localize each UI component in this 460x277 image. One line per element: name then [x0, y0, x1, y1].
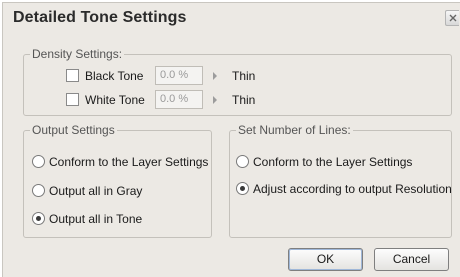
- density-settings-legend: Density Settings:: [30, 47, 125, 61]
- lines-resolution-radio[interactable]: [236, 182, 249, 195]
- lines-resolution-label[interactable]: Adjust according to output Resolution: [253, 182, 452, 196]
- density-settings-group: Density Settings: Black Tone 0.0 % Thin …: [23, 47, 452, 116]
- black-tone-result: Thin: [232, 69, 256, 83]
- output-settings-group: Output Settings Conform to the Layer Set…: [23, 123, 212, 238]
- output-gray-radio[interactable]: [32, 184, 45, 197]
- close-button[interactable]: [445, 10, 459, 26]
- output-conform-radio[interactable]: [32, 155, 45, 168]
- number-of-lines-group: Set Number of Lines: Conform to the Laye…: [229, 123, 452, 238]
- detailed-tone-settings-dialog: Detailed Tone Settings Density Settings:…: [2, 2, 460, 277]
- white-tone-value-field[interactable]: 0.0 %: [155, 90, 203, 109]
- output-settings-legend: Output Settings: [30, 123, 117, 137]
- output-conform-label[interactable]: Conform to the Layer Settings: [49, 155, 208, 169]
- black-tone-checkbox[interactable]: [66, 69, 79, 82]
- white-tone-result: Thin: [232, 93, 256, 107]
- output-tone-label[interactable]: Output all in Tone: [49, 212, 142, 226]
- black-tone-value-field[interactable]: 0.0 %: [155, 66, 203, 85]
- cancel-button[interactable]: Cancel: [374, 248, 449, 271]
- ok-button[interactable]: OK: [288, 248, 363, 271]
- white-tone-label: White Tone: [85, 93, 145, 107]
- number-of-lines-legend: Set Number of Lines:: [236, 123, 353, 137]
- black-tone-arrow-icon: [213, 72, 217, 80]
- close-icon: [449, 14, 457, 22]
- output-tone-radio[interactable]: [32, 212, 45, 225]
- title-bar[interactable]: Detailed Tone Settings: [3, 3, 460, 33]
- lines-conform-label[interactable]: Conform to the Layer Settings: [253, 155, 412, 169]
- white-tone-checkbox[interactable]: [66, 93, 79, 106]
- dialog-title: Detailed Tone Settings: [13, 9, 187, 26]
- lines-conform-radio[interactable]: [236, 155, 249, 168]
- output-gray-label[interactable]: Output all in Gray: [49, 184, 142, 198]
- black-tone-label: Black Tone: [85, 69, 144, 83]
- white-tone-arrow-icon: [213, 96, 217, 104]
